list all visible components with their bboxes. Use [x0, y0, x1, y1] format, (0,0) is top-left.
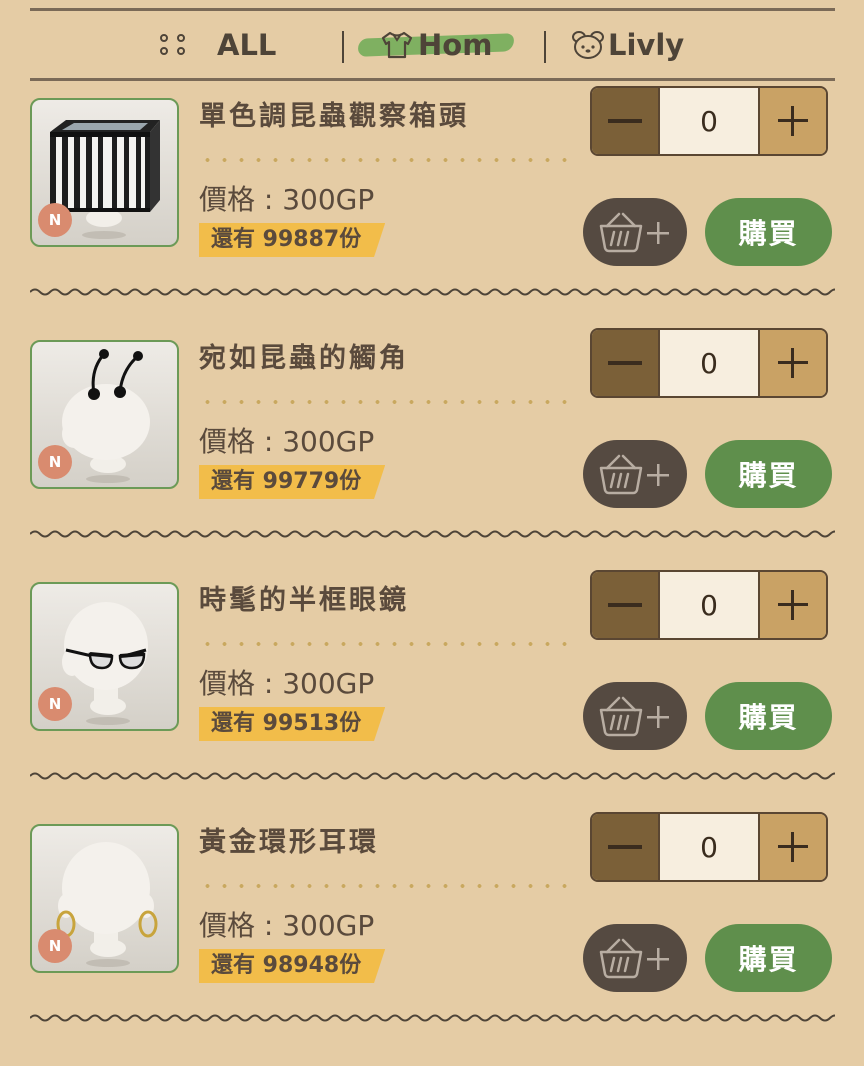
add-to-cart-button[interactable]: [583, 198, 687, 266]
wavy-divider: [30, 1014, 835, 1022]
wavy-divider: [30, 288, 835, 296]
item-name: 單色調昆蟲觀察箱頭: [199, 101, 469, 132]
item-name: 宛如昆蟲的觸角: [199, 343, 409, 374]
plus-icon: [778, 348, 808, 378]
buy-button[interactable]: 購買: [705, 924, 832, 992]
add-to-cart-button[interactable]: [583, 682, 687, 750]
basket-plus-icon: [599, 696, 669, 737]
add-to-cart-button[interactable]: [583, 440, 687, 508]
minus-icon: [608, 361, 642, 365]
tab-separator: [544, 31, 546, 63]
minus-icon: [608, 845, 642, 849]
item-thumbnail[interactable]: N: [30, 582, 179, 731]
item-thumbnail[interactable]: N: [30, 824, 179, 973]
decrease-button[interactable]: [592, 330, 660, 396]
shop-item: N 時髦的半框眼鏡 價格 : 300GP 還有 99513份 0 購買: [0, 570, 864, 824]
basket-plus-icon: [599, 212, 669, 253]
item-price: 價格 : 300GP: [199, 425, 375, 458]
increase-button[interactable]: [758, 88, 826, 154]
decrease-button[interactable]: [592, 572, 660, 638]
shirt-icon: [381, 31, 413, 58]
wavy-divider: [30, 530, 835, 538]
dotted-divider: [199, 642, 574, 646]
plus-icon: [778, 590, 808, 620]
tab-all-label: ALL: [217, 27, 277, 62]
item-price: 價格 : 300GP: [199, 667, 375, 700]
stock-tag: 還有 98948份: [199, 949, 386, 983]
livly-face-icon: [572, 30, 604, 59]
shop-item: N 黃金環形耳環 價格 : 300GP 還有 98948份 0 購買: [0, 812, 864, 1066]
buy-button[interactable]: 購買: [705, 198, 832, 266]
item-thumbnail[interactable]: N: [30, 340, 179, 489]
quantity-value[interactable]: 0: [660, 88, 758, 154]
quantity-stepper: 0: [590, 570, 828, 640]
tab-hom-label: Hom: [418, 27, 493, 62]
increase-button[interactable]: [758, 814, 826, 880]
quantity-stepper: 0: [590, 812, 828, 882]
buy-button[interactable]: 購買: [705, 440, 832, 508]
quantity-value[interactable]: 0: [660, 814, 758, 880]
quantity-value[interactable]: 0: [660, 572, 758, 638]
tab-hom[interactable]: Hom: [358, 11, 514, 78]
add-to-cart-button[interactable]: [583, 924, 687, 992]
dotted-divider: [199, 158, 574, 162]
plus-icon: [778, 832, 808, 862]
dotted-divider: [199, 400, 574, 404]
tab-all[interactable]: ALL: [160, 11, 276, 78]
minus-icon: [608, 119, 642, 123]
quantity-stepper: 0: [590, 328, 828, 398]
decrease-button[interactable]: [592, 88, 660, 154]
minus-icon: [608, 603, 642, 607]
category-tab-bar: ALL Hom Livly: [30, 8, 835, 81]
rarity-badge: N: [38, 445, 72, 479]
increase-button[interactable]: [758, 330, 826, 396]
increase-button[interactable]: [758, 572, 826, 638]
stock-tag: 還有 99779份: [199, 465, 386, 499]
item-thumbnail[interactable]: N: [30, 98, 179, 247]
plus-icon: [778, 106, 808, 136]
item-price: 價格 : 300GP: [199, 183, 375, 216]
grid-dots-icon: [160, 34, 187, 55]
basket-plus-icon: [599, 938, 669, 979]
dotted-divider: [199, 884, 574, 888]
tab-separator: [342, 31, 344, 63]
stock-tag: 還有 99513份: [199, 707, 386, 741]
rarity-badge: N: [38, 929, 72, 963]
shop-item: N 宛如昆蟲的觸角 價格 : 300GP 還有 99779份 0 購買: [0, 328, 864, 582]
tab-livly[interactable]: Livly: [570, 11, 684, 78]
item-price: 價格 : 300GP: [199, 909, 375, 942]
buy-button[interactable]: 購買: [705, 682, 832, 750]
item-name: 時髦的半框眼鏡: [199, 585, 409, 616]
shop-item: N 單色調昆蟲觀察箱頭 價格 : 300GP 還有 99887份 0 購買: [0, 86, 864, 340]
rarity-badge: N: [38, 687, 72, 721]
quantity-value[interactable]: 0: [660, 330, 758, 396]
quantity-stepper: 0: [590, 86, 828, 156]
decrease-button[interactable]: [592, 814, 660, 880]
rarity-badge: N: [38, 203, 72, 237]
stock-tag: 還有 99887份: [199, 223, 386, 257]
tab-livly-label: Livly: [608, 27, 685, 62]
basket-plus-icon: [599, 454, 669, 495]
item-name: 黃金環形耳環: [199, 827, 379, 858]
wavy-divider: [30, 772, 835, 780]
